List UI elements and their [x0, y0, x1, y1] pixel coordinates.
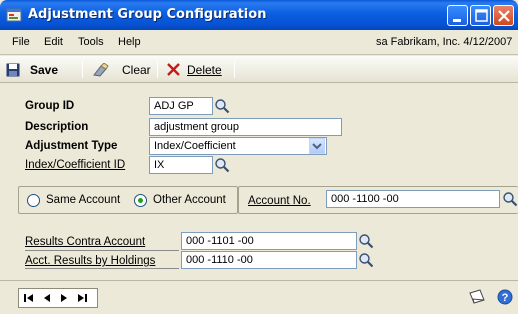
adjustment-type-label: Adjustment Type: [25, 140, 118, 152]
results-contra-account-link[interactable]: Results Contra Account: [25, 236, 145, 248]
group-id-field[interactable]: ADJ GP: [149, 97, 213, 115]
same-account-label: Same Account: [46, 194, 121, 206]
save-button[interactable]: Save: [6, 60, 58, 79]
next-record-icon[interactable]: [60, 293, 68, 303]
svg-text:?: ?: [502, 292, 509, 304]
other-account-radio[interactable]: [134, 194, 147, 207]
footer-separator: [0, 280, 518, 281]
window-title: Adjustment Group Configuration: [28, 7, 267, 22]
menu-file[interactable]: File: [12, 36, 30, 48]
save-icon: [6, 63, 20, 76]
note-icon[interactable]: [468, 289, 486, 305]
previous-record-icon[interactable]: [43, 293, 51, 303]
clear-button[interactable]: Clear: [92, 60, 151, 79]
toolbar-separator: [234, 61, 235, 78]
save-label: Save: [30, 62, 59, 77]
acct-results-by-holdings-field[interactable]: 000 -1110 -00: [181, 251, 357, 269]
first-record-icon[interactable]: [24, 293, 34, 303]
index-coefficient-id-link[interactable]: Index/Coefficient ID: [25, 159, 125, 171]
acct-results-by-holdings-link[interactable]: Acct. Results by Holdings: [25, 255, 155, 267]
last-record-icon[interactable]: [77, 293, 87, 303]
description-field[interactable]: adjustment group: [149, 118, 342, 136]
record-navigation: [18, 288, 98, 308]
title-bar: Adjustment Group Configuration: [0, 0, 518, 30]
description-label: Description: [25, 121, 89, 133]
same-account-radio[interactable]: [27, 194, 40, 207]
label-underline: [25, 268, 179, 269]
maximize-button[interactable]: [470, 5, 491, 26]
group-id-lookup-icon[interactable]: [214, 98, 230, 114]
close-icon: [498, 10, 510, 22]
minimize-icon: [453, 19, 461, 22]
menu-help[interactable]: Help: [118, 36, 141, 48]
acct-results-lookup-icon[interactable]: [358, 252, 374, 268]
radio-selected-dot: [138, 198, 143, 203]
help-icon[interactable]: ?: [497, 289, 513, 305]
delete-x-icon: [167, 63, 180, 76]
index-coefficient-id-field[interactable]: IX: [149, 156, 213, 174]
user-company-date: sa Fabrikam, Inc. 4/12/2007: [376, 36, 513, 48]
account-no-link[interactable]: Account No.: [248, 195, 311, 207]
maximize-icon: [475, 9, 488, 22]
eraser-icon: [93, 62, 109, 77]
results-contra-account-field[interactable]: 000 -1101 -00: [181, 232, 357, 250]
menu-bar: File Edit Tools Help sa Fabrikam, Inc. 4…: [0, 30, 518, 55]
account-no-lookup-icon[interactable]: [502, 191, 518, 207]
other-account-label: Other Account: [153, 194, 226, 206]
index-lookup-icon[interactable]: [214, 157, 230, 173]
close-button[interactable]: [493, 5, 514, 26]
toolbar: Save Clear Delete: [0, 56, 518, 83]
chevron-down-icon: [312, 143, 322, 150]
clear-label: Clear: [122, 62, 151, 77]
minimize-button[interactable]: [447, 5, 468, 26]
group-id-label: Group ID: [25, 100, 75, 112]
toolbar-separator: [82, 61, 83, 78]
delete-label: Delete: [187, 62, 222, 77]
results-contra-lookup-icon[interactable]: [358, 233, 374, 249]
label-underline: [25, 250, 179, 251]
adjustment-type-select[interactable]: Index/Coefficient: [149, 137, 327, 155]
adjustment-type-dropdown-button[interactable]: [309, 138, 325, 154]
menu-edit[interactable]: Edit: [44, 36, 63, 48]
account-no-field[interactable]: 000 -1100 -00: [326, 190, 500, 208]
app-window-icon: [6, 8, 22, 22]
delete-button[interactable]: Delete: [167, 60, 222, 79]
menu-tools[interactable]: Tools: [78, 36, 104, 48]
toolbar-separator: [157, 61, 158, 78]
